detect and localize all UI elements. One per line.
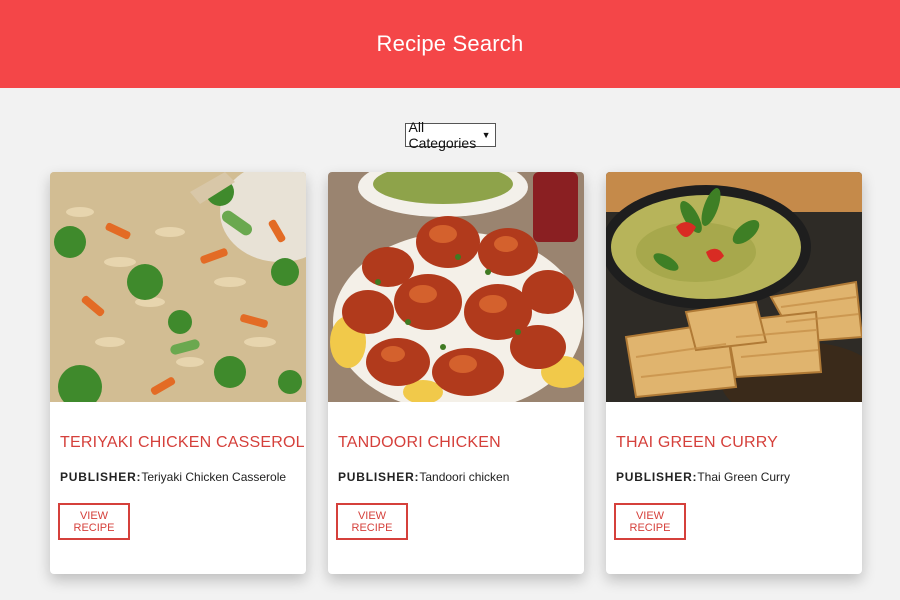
publisher-label: Publisher: [338, 470, 420, 484]
recipe-card: Teriyaki Chicken Casserol... Publisher:T… [50, 172, 306, 574]
recipe-image-tandoori[interactable] [328, 172, 584, 402]
recipe-title: Tandoori chicken [338, 434, 501, 451]
publisher-value: Thai Green Curry [697, 470, 791, 484]
view-recipe-button[interactable]: View Recipe [336, 503, 408, 540]
recipe-publisher: Publisher:Teriyaki Chicken Casserole [60, 470, 286, 484]
app-header: Recipe Search [0, 0, 900, 88]
dropdown-caret-icon: ▼ [481, 130, 491, 140]
recipe-grid: Teriyaki Chicken Casserol... Publisher:T… [50, 172, 862, 574]
recipe-card: Tandoori chicken Publisher:Tandoori chic… [328, 172, 584, 574]
view-recipe-button[interactable]: View Recipe [58, 503, 130, 540]
publisher-label: Publisher: [60, 470, 142, 484]
publisher-label: Publisher: [616, 470, 698, 484]
page-title: Recipe Search [376, 31, 524, 56]
view-recipe-button[interactable]: View Recipe [614, 503, 686, 540]
category-select-value: All Categories [408, 119, 477, 151]
recipe-image-green-curry[interactable] [606, 172, 862, 402]
recipe-title: Teriyaki Chicken Casserol... [60, 434, 306, 451]
recipe-publisher: Publisher:Tandoori chicken [338, 470, 509, 484]
filter-row: All Categories ▼ [0, 119, 900, 151]
category-select[interactable]: All Categories ▼ [404, 119, 496, 151]
publisher-value: Tandoori chicken [419, 470, 510, 484]
recipe-publisher: Publisher:Thai Green Curry [616, 470, 790, 484]
recipe-title: Thai Green Curry [616, 434, 779, 451]
publisher-value: Teriyaki Chicken Casserole [141, 470, 287, 484]
recipe-card: Thai Green Curry Publisher:Thai Green Cu… [606, 172, 862, 574]
recipe-image-fried-rice[interactable] [50, 172, 306, 402]
